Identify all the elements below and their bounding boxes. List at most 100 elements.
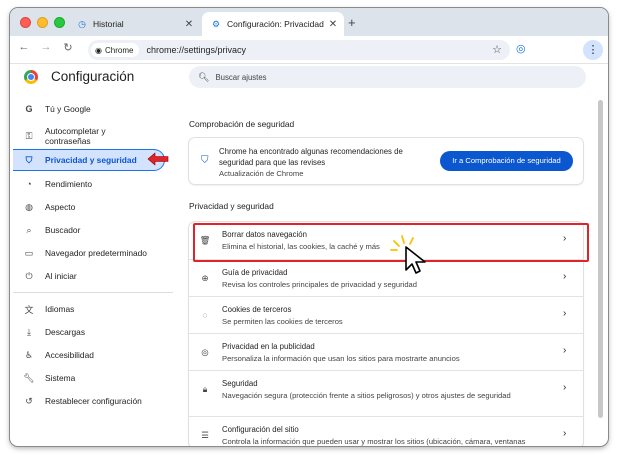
url-text[interactable]: chrome://settings/privacy [146,45,246,55]
sidebar-item-label: Descargas [45,327,86,337]
sidebar-item-buscador[interactable]: ⌕ Buscador [13,223,165,237]
address-bar[interactable]: ◉ Chrome chrome://settings/privacy ☆ [88,40,510,60]
row-configuracion-sitio[interactable]: ☰ Configuración del sitio Controla la in… [189,416,583,446]
toolbar: ← → ↻ ◉ Chrome chrome://settings/privacy… [10,36,608,64]
sidebar-item-privacidad[interactable]: ⛉ Privacidad y seguridad [13,149,165,171]
sidebar-item-tu-y-google[interactable]: G Tú y Google [13,102,165,116]
sidebar-item-sistema[interactable]: 🔧︎ Sistema [13,371,165,385]
new-tab-button[interactable]: + [348,15,356,30]
row-title: Privacidad en la publicidad [222,342,315,351]
sidebar-item-idiomas[interactable]: 文 Idiomas [13,302,165,316]
privacy-section-title: Privacidad y seguridad [189,201,274,211]
search-input[interactable] [215,72,516,82]
gear-icon: ⚙ [211,18,221,29]
close-tab-icon[interactable]: ✕ [182,19,196,30]
settings-search[interactable]: 🔍︎ [189,66,586,88]
bookmark-star-icon[interactable]: ☆ [492,43,502,56]
browser-icon: ▭ [24,247,34,258]
sidebar-item-restablecer[interactable]: ↺ Restablecer configuración [13,394,165,408]
chrome-icon: ◉ [95,45,102,55]
minimize-window-button[interactable] [37,17,48,28]
compass-icon: ⊕ [201,273,209,283]
key-icon: ⚿ [25,130,33,141]
sidebar-item-label: Aspecto [45,202,76,212]
reset-icon: ↺ [25,395,33,406]
row-title: Guía de privacidad [222,268,288,277]
chrome-menu-button[interactable]: ⋮ [583,40,603,60]
row-title: Cookies de terceros [222,305,292,314]
sidebar-item-al-iniciar[interactable]: ⏻ Al iniciar [13,269,165,283]
tab-configuracion[interactable]: ⚙ Configuración: Privacidad y s ✕ [202,12,344,36]
sidebar-item-autocompletar[interactable]: ⚿ Autocompletar y contraseñas [13,125,165,147]
row-subtitle: Navegación segura (protección frente a s… [222,391,511,400]
tab-label: Historial [93,19,124,29]
chevron-right-icon: › [563,308,567,319]
sidebar-item-label: Idiomas [45,304,75,314]
tab-strip: ◷ Historial ✕ ⚙ Configuración: Privacida… [10,8,608,36]
safety-message: Chrome ha encontrado algunas recomendaci… [219,147,403,167]
row-subtitle: Revisa los controles principales de priv… [222,280,418,289]
sidebar-item-label: Privacidad y seguridad [45,155,137,165]
sidebar-item-label: Al iniciar [45,271,77,281]
tab-label: Configuración: Privacidad y s [227,19,326,29]
close-tab-icon[interactable]: ✕ [326,19,340,30]
speedometer-icon: ◔ [26,179,32,189]
chip-label: Chrome [104,45,134,55]
sidebar-item-label: Buscador [45,225,81,235]
shield-icon: ⛉ [201,155,209,166]
safety-check-card: ⛉ Chrome ha encontrado algunas recomenda… [189,138,583,184]
back-icon[interactable]: ← [16,41,32,53]
row-publicidad[interactable]: ◎ Privacidad en la publicidad Personaliz… [189,333,583,370]
sidebar-item-label: Accesibilidad [45,350,94,360]
accessibility-icon: ♿︎ [24,349,34,360]
sidebar-item-aspecto[interactable]: ◍ Aspecto [13,200,165,214]
sidebar-item-accesibilidad[interactable]: ♿︎ Accesibilidad [13,348,165,362]
safety-check-button[interactable]: Ir a Comprobación de seguridad [440,151,573,171]
chevron-right-icon: › [563,382,567,393]
safety-section-title: Comprobación de seguridad [189,119,295,129]
history-icon: ◷ [78,18,86,29]
palette-icon: ◍ [25,201,33,212]
sidebar-item-label: Navegador predeterminado [45,248,147,258]
sidebar-item-label: Restablecer configuración [45,396,142,406]
profile-icon[interactable]: ◎ [516,42,526,55]
red-arrow-annotation [147,152,169,166]
sliders-icon: ☰ [201,430,209,440]
ad-privacy-icon: ◎ [201,347,209,357]
sidebar-item-navegador-predeterminado[interactable]: ▭ Navegador predeterminado [13,246,165,260]
row-title: Seguridad [222,379,258,388]
tab-historial[interactable]: ◷ Historial ✕ [68,12,200,36]
power-icon: ⏻ [25,270,33,281]
scrollbar[interactable] [598,100,603,418]
search-icon: 🔍︎ [198,71,210,82]
mouse-pointer-icon [390,235,426,274]
search-icon: ⌕ [26,224,32,235]
browser-window: ◷ Historial ✕ ⚙ Configuración: Privacida… [10,8,608,446]
page-title: Configuración [51,69,135,84]
row-seguridad[interactable]: 🔒︎ Seguridad Navegación segura (protecci… [189,370,583,407]
reload-icon[interactable]: ↻ [60,41,76,54]
row-title: Configuración del sitio [222,425,299,434]
forward-icon[interactable]: → [38,41,54,53]
download-icon: ⤓ [27,326,31,337]
shield-icon: ⛉ [25,154,33,165]
sidebar-item-label: Sistema [45,373,76,383]
close-window-button[interactable] [20,17,31,28]
row-subtitle: Controla la información que pueden usar … [222,437,526,446]
chevron-right-icon: › [563,271,567,282]
chevron-right-icon: › [563,345,567,356]
row-subtitle: Personaliza la información que usan los … [222,354,460,363]
translate-icon: 文 [24,304,34,315]
sidebar-item-descargas[interactable]: ⤓ Descargas [13,325,165,339]
maximize-window-button[interactable] [54,17,65,28]
cookie-icon: ◌ [202,310,208,320]
lock-icon: 🔒︎ [202,384,208,394]
wrench-icon: 🔧︎ [23,372,35,383]
chrome-logo-icon [24,70,38,84]
google-icon: G [25,104,33,114]
row-cookies[interactable]: ◌ Cookies de terceros Se permiten las co… [189,296,583,333]
site-info-chip[interactable]: ◉ Chrome [91,43,140,57]
sidebar-divider [13,292,173,293]
sidebar-item-rendimiento[interactable]: ◔ Rendimiento [13,177,165,191]
chevron-right-icon: › [563,428,567,439]
